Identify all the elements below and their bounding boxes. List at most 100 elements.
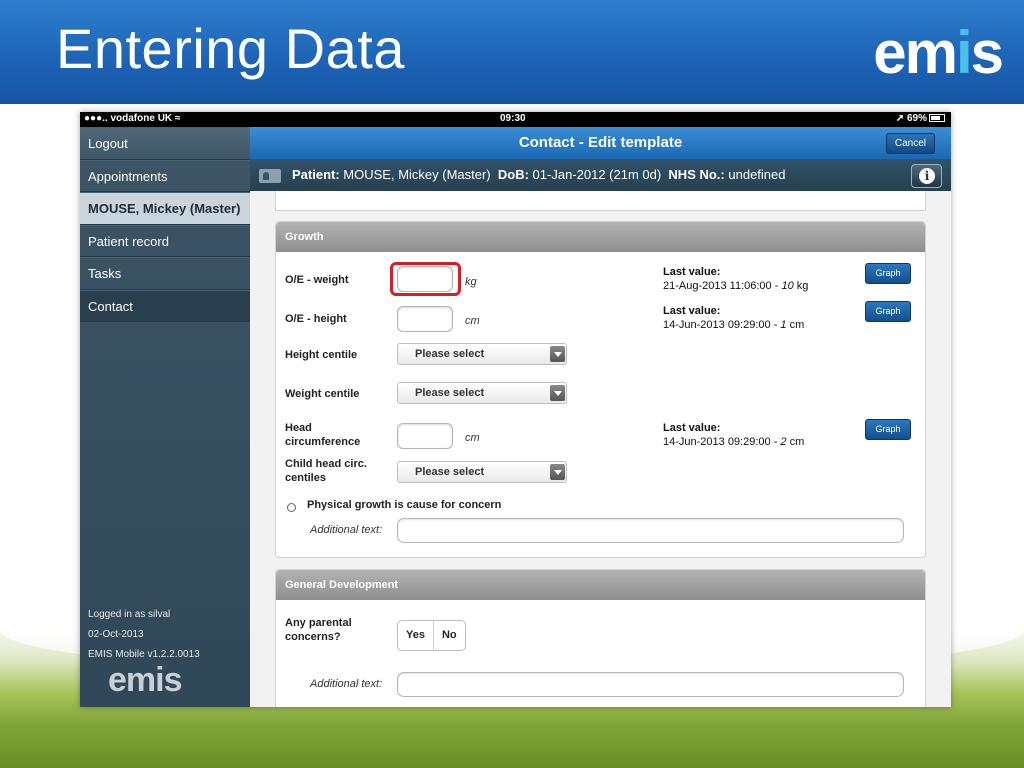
parental-line2: concerns? (285, 631, 341, 643)
status-clock: 09:30 (500, 113, 526, 124)
height-unit: cm (465, 315, 480, 327)
head-centiles-label: Child head circ. centiles (285, 457, 367, 485)
logged-in-user: Logged in as silval (88, 609, 171, 620)
weight-input[interactable] (397, 266, 453, 292)
battery-percent: 69% (906, 113, 927, 124)
dob-label: DoB: (497, 167, 529, 182)
growth-additional-label: Additional text: (310, 524, 383, 536)
weight-last-number: 10 (781, 280, 794, 292)
head-unit: cm (465, 432, 480, 444)
logo-text-accent: i (955, 19, 973, 86)
slide-header: Entering Data emis (0, 0, 1024, 104)
patient-name: MOUSE, Mickey (Master) (343, 167, 491, 182)
height-input[interactable] (397, 306, 453, 332)
sidebar-item-appointments[interactable]: Appointments (80, 159, 250, 192)
session-date: 02-Oct-2013 (88, 629, 144, 640)
height-graph-button[interactable]: Graph (865, 301, 911, 322)
page-title: Contact - Edit template (518, 134, 683, 151)
growth-concern-radio[interactable] (287, 503, 296, 512)
growth-panel: Growth O/E - weight kg Last value: 21-Au… (275, 221, 926, 558)
head-last-value: Last value: 14-Jun-2013 09:29:00 - 2 cm (663, 421, 804, 449)
sidebar-item-patient-record[interactable]: Patient record (80, 224, 250, 257)
battery-indicator: ➚ 69% (896, 113, 945, 124)
weight-last-reading: 21-Aug-2013 11:06:00 - 10 kg (663, 279, 808, 293)
sidebar-item-tasks[interactable]: Tasks (80, 257, 250, 290)
status-bar: ●●●.. vodafone UK ≈ 09:30 ➚ 69% (80, 112, 951, 127)
development-additional-label: Additional text: (310, 678, 383, 690)
no-button[interactable]: No (432, 621, 465, 650)
head-last-unit: cm (786, 436, 805, 448)
head-label-line2: circumference (285, 436, 361, 448)
height-last-value: Last value: 14-Jun-2013 09:29:00 - 1 cm (663, 304, 804, 332)
weight-centile-label: Weight centile (285, 388, 360, 400)
height-centile-select[interactable]: Please select (397, 343, 567, 365)
height-centile-value: Please select (415, 348, 485, 360)
cancel-button[interactable]: Cancel (885, 133, 935, 154)
growth-concern-label: Physical growth is cause for concern (307, 499, 502, 511)
height-last-date: 14-Jun-2013 09:29:00 - (663, 319, 781, 331)
height-last-reading: 14-Jun-2013 09:29:00 - 1 cm (663, 318, 804, 332)
carrier-label: ●●●.. vodafone UK ≈ (84, 113, 181, 124)
height-centile-label: Height centile (285, 349, 358, 361)
head-circumference-input[interactable] (397, 423, 453, 449)
weight-label: O/E - weight (285, 274, 349, 286)
ipad-screenshot: ●●●.. vodafone UK ≈ 09:30 ➚ 69% Logout A… (80, 112, 951, 707)
info-icon: i (919, 168, 935, 184)
head-circumference-label: Head circumference (285, 421, 360, 449)
patient-label: Patient: (292, 167, 340, 182)
head-centiles-line1: Child head circ. (285, 458, 367, 470)
carrier-name: vodafone UK (110, 113, 173, 124)
weight-graph-button[interactable]: Graph (865, 263, 911, 284)
yes-button[interactable]: Yes (398, 621, 433, 650)
wifi-icon: ≈ (174, 113, 181, 124)
growth-additional-text-input[interactable] (397, 518, 904, 543)
sidebar-item-patient[interactable]: MOUSE, Mickey (Master) (80, 192, 250, 225)
logo-text-start: em (873, 19, 958, 86)
dob-value: 01-Jan-2012 (21m 0d) (532, 167, 662, 182)
height-label: O/E - height (285, 313, 347, 325)
sidebar-footer: Logged in as silval 02-Oct-2013 EMIS Mob… (88, 605, 200, 665)
navigation-bar: Contact - Edit template Cancel (250, 127, 951, 159)
nhs-label: NHS No.: (668, 167, 725, 182)
head-graph-button[interactable]: Graph (865, 419, 911, 440)
head-centiles-select[interactable]: Please select (397, 461, 567, 483)
head-label-line1: Head (285, 422, 312, 434)
patient-banner: Patient: MOUSE, Mickey (Master) DoB: 01-… (250, 159, 951, 191)
chevron-down-icon (550, 464, 565, 480)
weight-unit: kg (465, 276, 477, 288)
sidebar-emis-logo: emis (108, 661, 182, 699)
previous-panel-edge (275, 191, 926, 211)
template-content[interactable]: Growth O/E - weight kg Last value: 21-Au… (250, 191, 951, 707)
weight-centile-select[interactable]: Please select (397, 382, 567, 404)
weight-centile-value: Please select (415, 387, 485, 399)
development-panel-title: General Development (276, 570, 925, 600)
info-button[interactable]: i (911, 164, 942, 188)
weight-last-value: Last value: 21-Aug-2013 11:06:00 - 10 kg (663, 265, 808, 293)
head-centiles-value: Please select (415, 466, 485, 478)
patient-card-icon (259, 169, 281, 183)
development-panel: General Development Any parental concern… (275, 569, 926, 707)
head-centiles-line2: centiles (285, 472, 326, 484)
weight-last-date: 21-Aug-2013 11:06:00 - (663, 280, 782, 292)
sidebar-item-logout[interactable]: Logout (80, 127, 250, 160)
nhs-value: undefined (728, 167, 786, 182)
chevron-down-icon (550, 385, 565, 401)
weight-last-unit: kg (793, 280, 809, 292)
head-last-date: 14-Jun-2013 09:29:00 - (663, 436, 781, 448)
head-last-title: Last value: (663, 422, 721, 434)
height-last-title: Last value: (663, 305, 721, 317)
slide-title: Entering Data (56, 17, 405, 80)
battery-icon (929, 114, 945, 122)
parental-line1: Any parental (285, 617, 352, 629)
location-icon: ➚ (895, 113, 905, 124)
head-last-reading: 14-Jun-2013 09:29:00 - 2 cm (663, 435, 804, 449)
parental-concerns-label: Any parental concerns? (285, 616, 352, 644)
sidebar-item-contact[interactable]: Contact (80, 289, 250, 322)
weight-last-title: Last value: (663, 266, 721, 278)
chevron-down-icon (550, 346, 565, 362)
parental-concerns-toggle: Yes No (397, 620, 466, 651)
height-last-unit: cm (786, 319, 805, 331)
development-additional-text-input[interactable] (397, 672, 904, 697)
growth-panel-title: Growth (276, 222, 925, 252)
emis-logo: emis (873, 18, 1004, 87)
